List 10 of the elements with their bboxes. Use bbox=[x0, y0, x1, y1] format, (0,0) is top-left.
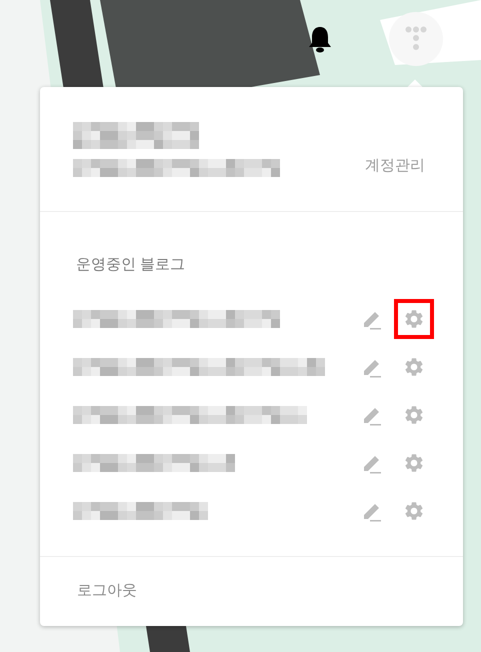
settings-icon[interactable] bbox=[403, 356, 425, 378]
logout-link[interactable]: 로그아웃 bbox=[77, 580, 137, 603]
blogs-heading: 운영중인 블로그 bbox=[76, 255, 186, 275]
logo-icon bbox=[405, 26, 427, 52]
settings-icon[interactable] bbox=[403, 404, 425, 426]
settings-icon[interactable] bbox=[403, 500, 425, 522]
settings-icon[interactable] bbox=[403, 452, 425, 474]
settings-icon[interactable] bbox=[403, 308, 425, 330]
bell-icon[interactable] bbox=[307, 25, 333, 53]
account-manage-link[interactable]: 계정관리 bbox=[365, 154, 425, 177]
